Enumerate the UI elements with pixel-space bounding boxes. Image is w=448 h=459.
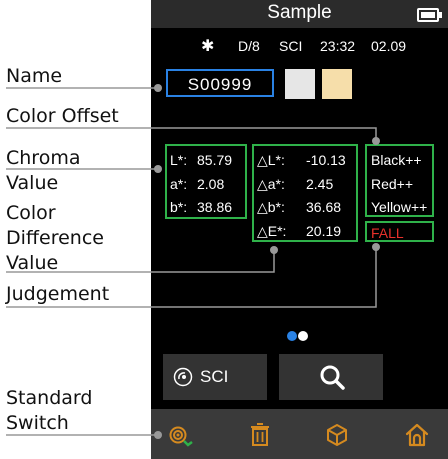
callout-chroma-value: Chroma Value (6, 147, 81, 194)
box-icon (325, 423, 349, 447)
sample-name-field[interactable]: S00999 (166, 69, 274, 97)
search-icon (319, 364, 345, 390)
home-icon (404, 422, 430, 448)
callout-name: Name (6, 65, 63, 87)
chroma-value-box: L*: 85.79 a*: 2.08 b*: 38.86 (165, 144, 247, 219)
page-dot[interactable] (298, 331, 308, 341)
geometry-label: D/8 (238, 38, 260, 54)
sample-color-swatch (285, 69, 315, 99)
standard-switch-button[interactable] (165, 409, 215, 459)
date-label: 02.09 (371, 38, 407, 54)
home-button[interactable] (394, 409, 444, 459)
device-screen: Sample ✱ D/8 SCI 23:32 02.09 S00999 L*: 8… (151, 0, 448, 459)
color-offset-box: Black++ Red++ Yellow++ (365, 144, 434, 217)
bluetooth-icon: ✱ (201, 38, 215, 55)
callout-judgement: Judgement (6, 283, 110, 305)
battery-full-icon (417, 8, 442, 22)
judgement-text: FALL (371, 225, 404, 241)
search-button[interactable] (279, 354, 383, 400)
header-bar: Sample (151, 0, 448, 28)
callout-standard-switch: Standard Switch (6, 387, 93, 434)
measure-mode-icon (173, 367, 193, 387)
bottom-toolbar (151, 409, 448, 459)
page-title: Sample (267, 2, 332, 23)
callout-color-offset: Color Offset (6, 105, 119, 127)
sci-mode-button[interactable]: SCI (163, 354, 267, 400)
spec-mode-label: SCI (279, 38, 303, 54)
judgement-box: FALL (365, 221, 434, 242)
page-dot[interactable] (287, 331, 297, 341)
delete-button[interactable] (239, 409, 289, 459)
box-button[interactable] (316, 409, 366, 459)
color-difference-box: △L*: -10.13 △a*: 2.45 △b*: 36.68 △E*: 20.19 (252, 144, 358, 242)
standard-color-swatch (322, 69, 352, 99)
sci-button-label: SCI (200, 367, 229, 386)
trash-icon (249, 423, 271, 447)
standard-switch-icon (169, 425, 193, 447)
callout-color-difference-value: Color Difference Value (6, 202, 104, 274)
time-label: 23:32 (320, 38, 356, 54)
